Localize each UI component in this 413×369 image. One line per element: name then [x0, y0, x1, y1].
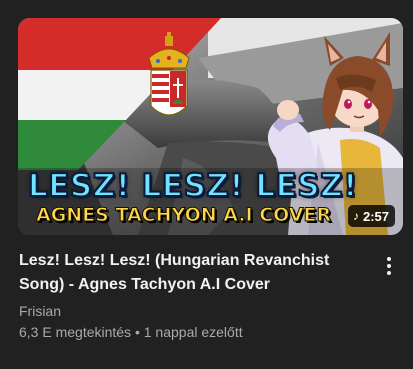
video-metadata: 6,3 E megtekintés • 1 nappal ezelőtt	[19, 322, 243, 342]
music-note-icon: ♪	[352, 209, 359, 223]
more-vertical-icon	[387, 257, 391, 275]
video-title[interactable]: Lesz! Lesz! Lesz! (Hungarian Revanchist …	[19, 249, 359, 297]
thumbnail-sub-text: AGNES TACHYON A.I COVER	[35, 204, 332, 226]
duration-badge: ♪ 2:57	[347, 205, 395, 227]
metadata-separator: •	[134, 324, 140, 340]
upload-age: 1 nappal ezelőtt	[143, 324, 243, 340]
thumbnail-main-text: LESZ! LESZ! LESZ!	[27, 168, 358, 204]
more-actions-button[interactable]	[377, 254, 401, 278]
view-count: 6,3 E megtekintés	[19, 324, 132, 340]
video-card[interactable]: LESZ! LESZ! LESZ! AGNES TACHYON A.I COVE…	[0, 0, 413, 369]
channel-name[interactable]: Frisian	[19, 301, 61, 321]
video-thumbnail[interactable]: LESZ! LESZ! LESZ! AGNES TACHYON A.I COVE…	[18, 18, 403, 235]
duration-text: 2:57	[362, 208, 389, 224]
